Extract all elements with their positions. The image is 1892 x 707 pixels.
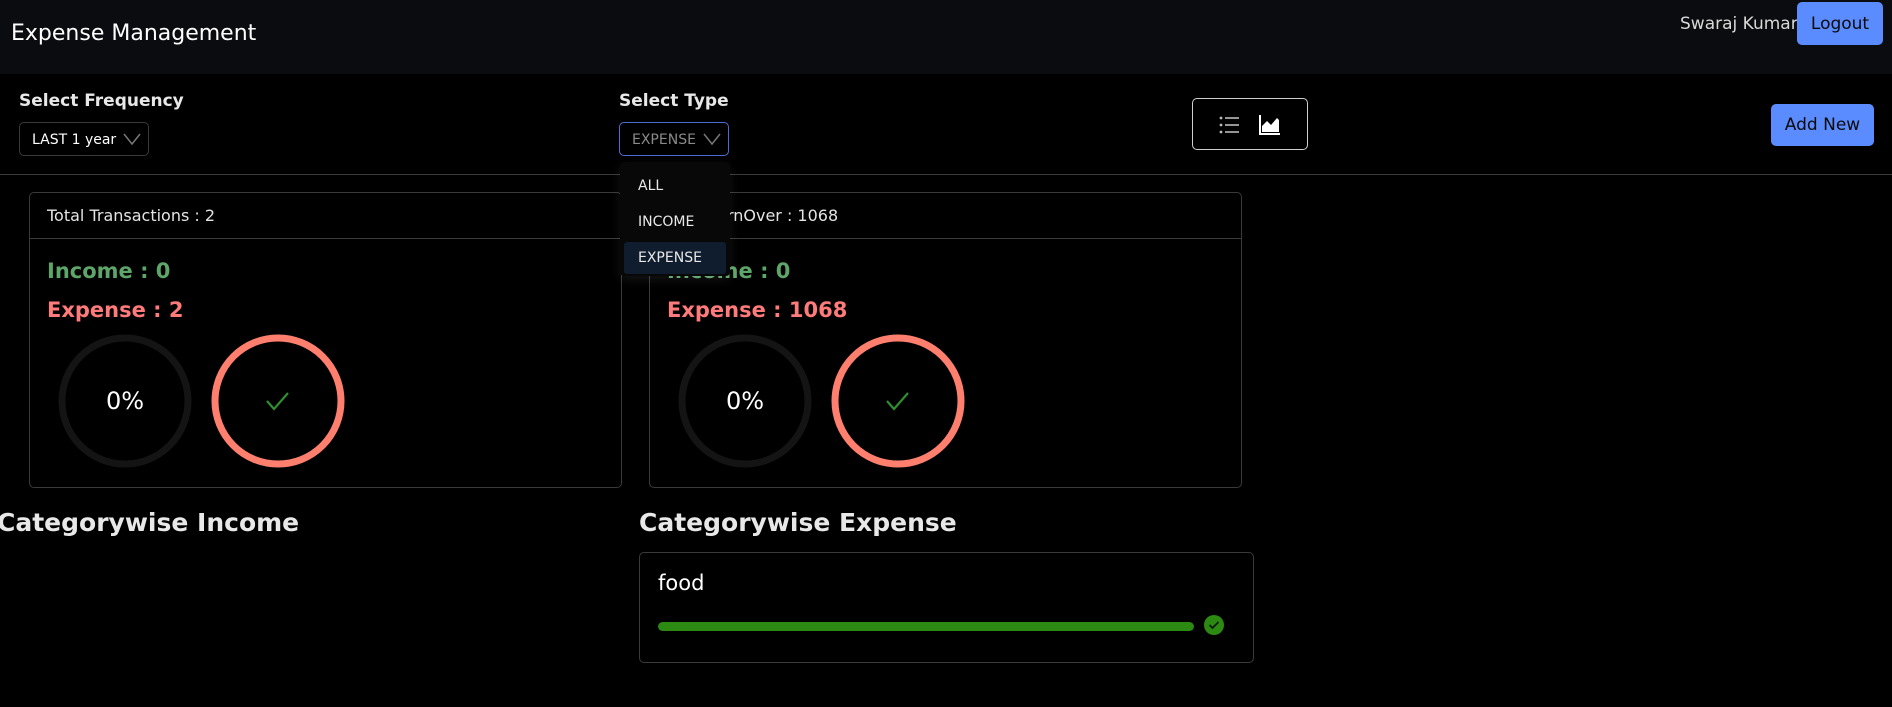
categorywise-expense-title: Categorywise Expense [639,508,957,537]
frequency-select[interactable]: LAST 1 year [19,122,149,156]
transactions-card-header: Total Transactions : 2 [30,193,621,239]
turnover-card: Total TurnOver : 1068 Income : 0 Expense… [649,192,1242,488]
top-navbar: Expense Management Swaraj Kumar Logout [0,0,1892,74]
frequency-label: Select Frequency [19,91,184,111]
expense-progress-ring [211,334,345,468]
type-label: Select Type [619,91,729,111]
view-toggle [1192,98,1308,150]
income-progress-ring: 0% [58,334,192,468]
income-count: Income : 0 [47,259,171,283]
add-new-button[interactable]: Add New [1771,104,1874,146]
check-icon [886,392,909,411]
logout-button[interactable]: Logout [1797,2,1883,45]
expense-progress-ring [831,334,965,468]
area-chart-icon[interactable] [1257,112,1283,138]
frequency-select-value: LAST 1 year [32,132,117,148]
category-name: food [658,571,705,595]
categorywise-income-title: Categorywise Income [0,508,300,537]
category-progress-bar [658,622,1194,631]
check-circle-icon [1204,615,1224,635]
list-icon[interactable] [1217,112,1243,138]
user-name: Swaraj Kumar [1680,14,1798,34]
turnover-card-header: Total TurnOver : 1068 [650,193,1241,239]
income-progress-ring: 0% [678,334,812,468]
category-progress-fill [658,622,1194,631]
type-option-income[interactable]: INCOME [624,206,726,238]
divider [0,174,1892,175]
check-icon [266,392,289,411]
chevron-down-icon [703,133,721,146]
type-select[interactable]: EXPENSE [619,122,729,156]
income-percent-label: 0% [726,387,764,415]
app-title: Expense Management [11,21,257,46]
type-dropdown-menu: ALL INCOME EXPENSE [620,162,730,276]
transactions-card: Total Transactions : 2 Income : 0 Expens… [29,192,622,488]
chevron-down-icon [123,133,141,146]
type-option-expense[interactable]: EXPENSE [624,242,726,274]
income-percent-label: 0% [106,387,144,415]
expense-category-card: food [639,552,1254,663]
expense-count: Expense : 2 [47,298,184,322]
type-option-all[interactable]: ALL [624,170,726,202]
expense-amount: Expense : 1068 [667,298,848,322]
type-select-value: EXPENSE [632,132,696,148]
